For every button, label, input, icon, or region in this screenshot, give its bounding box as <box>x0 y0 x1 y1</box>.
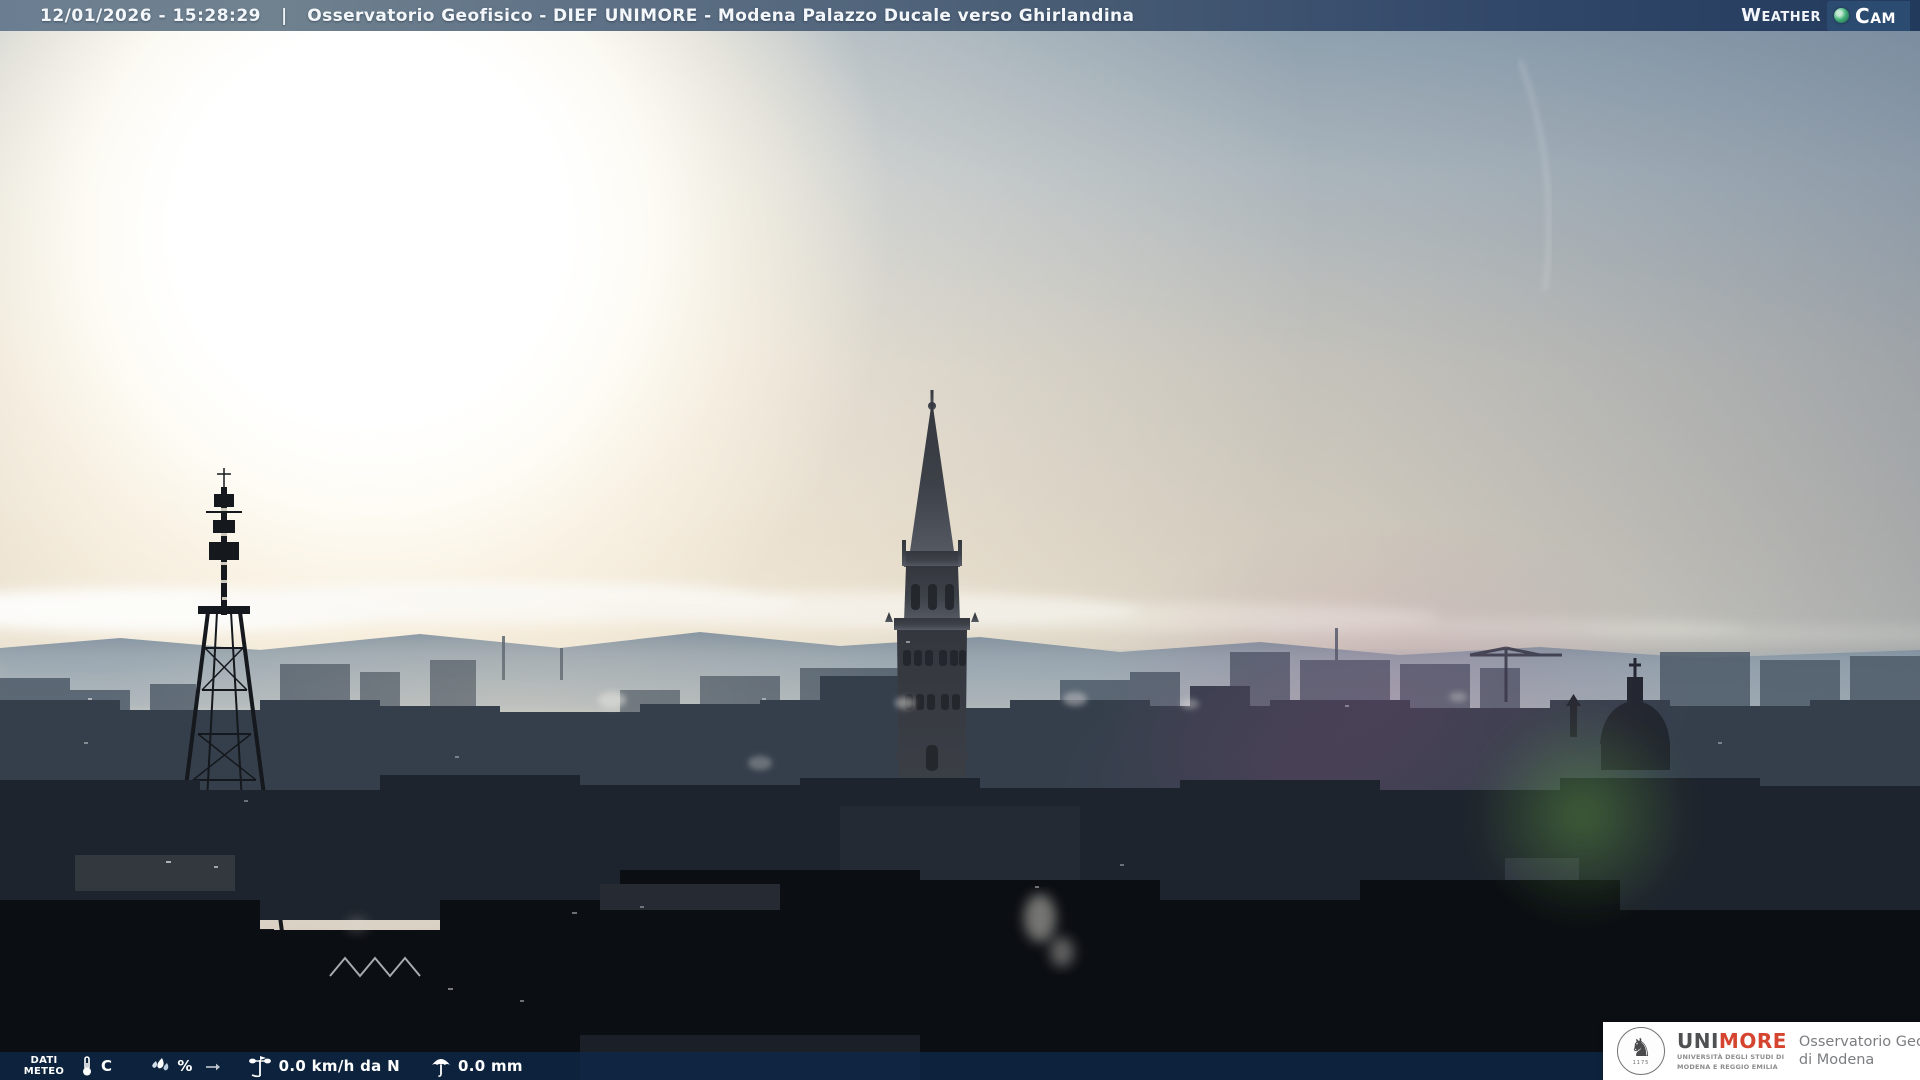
umbrella-icon <box>430 1055 452 1077</box>
weathercam-logo[interactable]: Weather Cam <box>1741 0 1910 31</box>
seal-knight-icon: ♞ <box>1630 1036 1652 1060</box>
unimore-uni-text: UNI <box>1677 1029 1719 1053</box>
meteo-label: METEO <box>16 1066 72 1077</box>
lens-flare-green <box>1472 705 1692 925</box>
unimore-more-text: MORE <box>1719 1029 1787 1053</box>
wind-value: 0.0 km/h da N <box>279 1057 400 1075</box>
humidity-drops-icon <box>150 1057 172 1075</box>
rain-item: 0.0 mm <box>400 1055 523 1077</box>
seal-year: 1175 <box>1633 1060 1650 1066</box>
dati-label: DATI <box>16 1055 72 1066</box>
observatory-name: Osservatorio Geofisico di Modena <box>1799 1033 1920 1069</box>
webcam-photo <box>0 0 1920 1080</box>
humidity-value: % <box>177 1057 192 1075</box>
unimore-name: UNIMORE <box>1677 1031 1787 1051</box>
weathercam-chip: Cam <box>1827 1 1910 31</box>
camera-lens-icon <box>1834 8 1849 23</box>
unimore-subtitle-line1: UNIVERSITÀ DEGLI STUDI DI <box>1677 1054 1787 1062</box>
unimore-seal: ♞ 1175 <box>1617 1027 1665 1075</box>
rain-value: 0.0 mm <box>458 1057 523 1075</box>
humidity-item: % <box>112 1057 220 1075</box>
header-bar: 12/01/2026 - 15:28:29 | Osservatorio Geo… <box>0 0 1920 31</box>
unimore-subtitle-line2: MODENA E REGGIO EMILIA <box>1677 1064 1787 1072</box>
unimore-logo-box[interactable]: ♞ 1175 UNIMORE UNIVERSITÀ DEGLI STUDI DI… <box>1603 1022 1920 1080</box>
dati-meteo-label: DATI METEO <box>16 1055 72 1077</box>
weathercam-cam-text: Cam <box>1855 4 1896 28</box>
unimore-wordmark: UNIMORE UNIVERSITÀ DEGLI STUDI DI MODENA… <box>1677 1031 1787 1072</box>
observatory-name-line1: Osservatorio Geofisico <box>1799 1033 1920 1051</box>
temperature-value: C <box>101 1057 112 1075</box>
webcam-frame: 12/01/2026 - 15:28:29 | Osservatorio Geo… <box>0 0 1920 1080</box>
observatory-name-line2: di Modena <box>1799 1051 1920 1069</box>
weathercam-weather-text: Weather <box>1741 5 1821 26</box>
separator: | <box>281 6 287 26</box>
page-title: Osservatorio Geofisico - DIEF UNIMORE - … <box>307 6 1134 26</box>
timestamp: 12/01/2026 - 15:28:29 <box>40 6 261 26</box>
anemometer-icon <box>247 1054 273 1078</box>
temperature-item: C <box>72 1055 112 1077</box>
trend-arrow-icon <box>205 1061 221 1071</box>
thermometer-icon <box>80 1055 94 1077</box>
wind-item: 0.0 km/h da N <box>221 1054 400 1078</box>
